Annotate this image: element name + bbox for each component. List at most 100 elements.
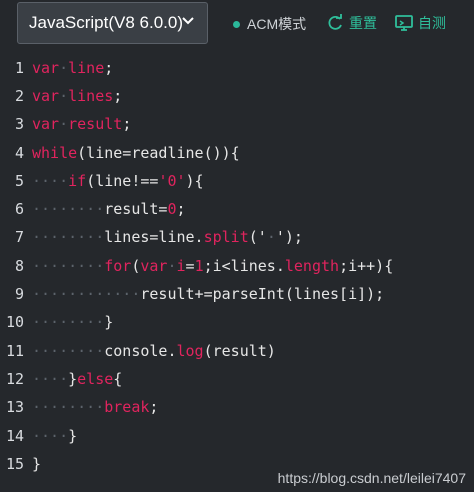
line-number: 7	[14, 228, 24, 246]
self-test-button[interactable]: 自测	[395, 11, 446, 35]
line-number: 13	[5, 398, 24, 416]
whitespace-marker: ············	[32, 285, 141, 303]
code-line: 13 ········break;	[0, 393, 474, 421]
code-text: ········result=0;	[32, 200, 186, 218]
code-token: if	[68, 172, 87, 190]
code-text: ········for(var·i=1;i<lines.length;i++){	[32, 257, 393, 275]
code-token: (line=readline()){	[77, 144, 240, 162]
code-line: 3 var·result;	[0, 110, 474, 138]
monitor-icon	[395, 15, 413, 31]
whitespace-marker: ·	[59, 87, 69, 105]
code-token: while	[32, 144, 78, 162]
whitespace-marker: ····	[32, 427, 69, 445]
code-token: result	[68, 115, 123, 133]
language-select-label: JavaScript(V8 6.0.0)	[29, 13, 184, 32]
line-number: 1	[14, 59, 24, 77]
code-token: result+=parseInt(lines[i]);	[140, 285, 385, 303]
reset-label: 重置	[349, 15, 377, 31]
code-token: for	[104, 257, 132, 275]
code-token: ;	[113, 87, 123, 105]
code-line: 7 ········lines=line.split('·');	[0, 223, 474, 251]
code-token: break	[104, 398, 150, 416]
code-token: ');	[275, 228, 303, 246]
code-text: var·line;	[32, 59, 113, 77]
code-line: 8 ········for(var·i=1;i<lines.length;i++)…	[0, 252, 474, 280]
code-token: 0	[167, 200, 177, 218]
whitespace-marker: ·	[266, 228, 276, 246]
code-line: 1 var·line;	[0, 54, 474, 82]
code-token: lines	[68, 87, 114, 105]
code-token: var	[32, 87, 60, 105]
whitespace-marker: ········	[32, 313, 105, 331]
code-token: }	[32, 455, 42, 473]
code-text: ····if(line!=='0'){	[32, 172, 204, 190]
whitespace-marker: ········	[32, 342, 105, 360]
code-token: ;	[176, 200, 186, 218]
code-token: ;	[149, 398, 159, 416]
code-token: =	[185, 257, 195, 275]
code-line: 14 ····}	[0, 422, 474, 450]
code-token: }	[68, 427, 78, 445]
code-text: var·result;	[32, 115, 131, 133]
code-line: 11 ········console.log(result)	[0, 337, 474, 365]
code-token: ){	[185, 172, 204, 190]
code-text: var·lines;	[32, 87, 122, 105]
whitespace-marker: ····	[32, 172, 69, 190]
code-token: else	[77, 370, 114, 388]
code-line: 10 ········}	[0, 308, 474, 336]
status-dot-icon	[233, 20, 240, 28]
code-text: ····}else{	[32, 370, 122, 388]
code-token: line	[68, 59, 105, 77]
code-text: ····}	[32, 427, 77, 445]
line-number: 14	[5, 427, 24, 445]
code-token: (result)	[203, 342, 276, 360]
code-token: ;i++){	[339, 257, 394, 275]
whitespace-marker: ········	[32, 398, 105, 416]
code-token: var	[140, 257, 168, 275]
code-line: 6 ········result=0;	[0, 195, 474, 223]
line-number: 8	[14, 257, 24, 275]
code-token: }	[68, 370, 78, 388]
code-token: length	[284, 257, 340, 275]
code-line: 12 ····}else{	[0, 365, 474, 393]
acm-mode-label: ACM模式	[247, 16, 307, 32]
line-number: 6	[14, 200, 24, 218]
whitespace-marker: ········	[32, 228, 105, 246]
code-line: 4 while(line=readline()){	[0, 139, 474, 167]
code-line: 9 ············result+=parseInt(lines[i]);	[0, 280, 474, 308]
whitespace-marker: ·	[59, 115, 69, 133]
code-token: ;i<lines.	[203, 257, 285, 275]
code-text: ········lines=line.split('·');	[32, 228, 303, 246]
code-token: '0'	[158, 172, 186, 190]
whitespace-marker: ········	[32, 257, 105, 275]
line-number: 12	[5, 370, 24, 388]
code-line: 2 var·lines;	[0, 82, 474, 110]
whitespace-marker: ····	[32, 370, 69, 388]
code-token: i	[176, 257, 186, 275]
whitespace-marker: ·	[167, 257, 177, 275]
reset-button[interactable]: 重置	[326, 11, 377, 35]
code-token: ('	[248, 228, 267, 246]
code-token: ;	[122, 115, 132, 133]
code-token: log	[176, 342, 204, 360]
code-text: while(line=readline()){	[32, 144, 240, 162]
language-select[interactable]: JavaScript(V8 6.0.0)	[17, 2, 208, 44]
refresh-icon	[328, 14, 342, 30]
code-text: ········}	[32, 313, 113, 331]
code-token: lines=line.	[104, 228, 204, 246]
line-number: 3	[14, 115, 24, 133]
code-text: ············result+=parseInt(lines[i]);	[32, 285, 384, 303]
editor-toolbar: JavaScript(V8 6.0.0) ACM模式 重置 自测	[0, 0, 474, 52]
code-token: split	[203, 228, 249, 246]
whitespace-marker: ·	[59, 59, 69, 77]
code-token: var	[32, 59, 60, 77]
acm-mode-indicator[interactable]: ACM模式	[233, 14, 306, 34]
code-token: 1	[194, 257, 204, 275]
code-token: {	[113, 370, 123, 388]
code-token: ;	[104, 59, 114, 77]
code-token: }	[104, 313, 114, 331]
line-number: 15	[5, 455, 24, 473]
whitespace-marker: ········	[32, 200, 105, 218]
chevron-down-icon	[182, 17, 194, 25]
code-editor[interactable]: 1 var·line; 2 var·lines; 3 var·result; 4 while(…	[0, 54, 474, 492]
